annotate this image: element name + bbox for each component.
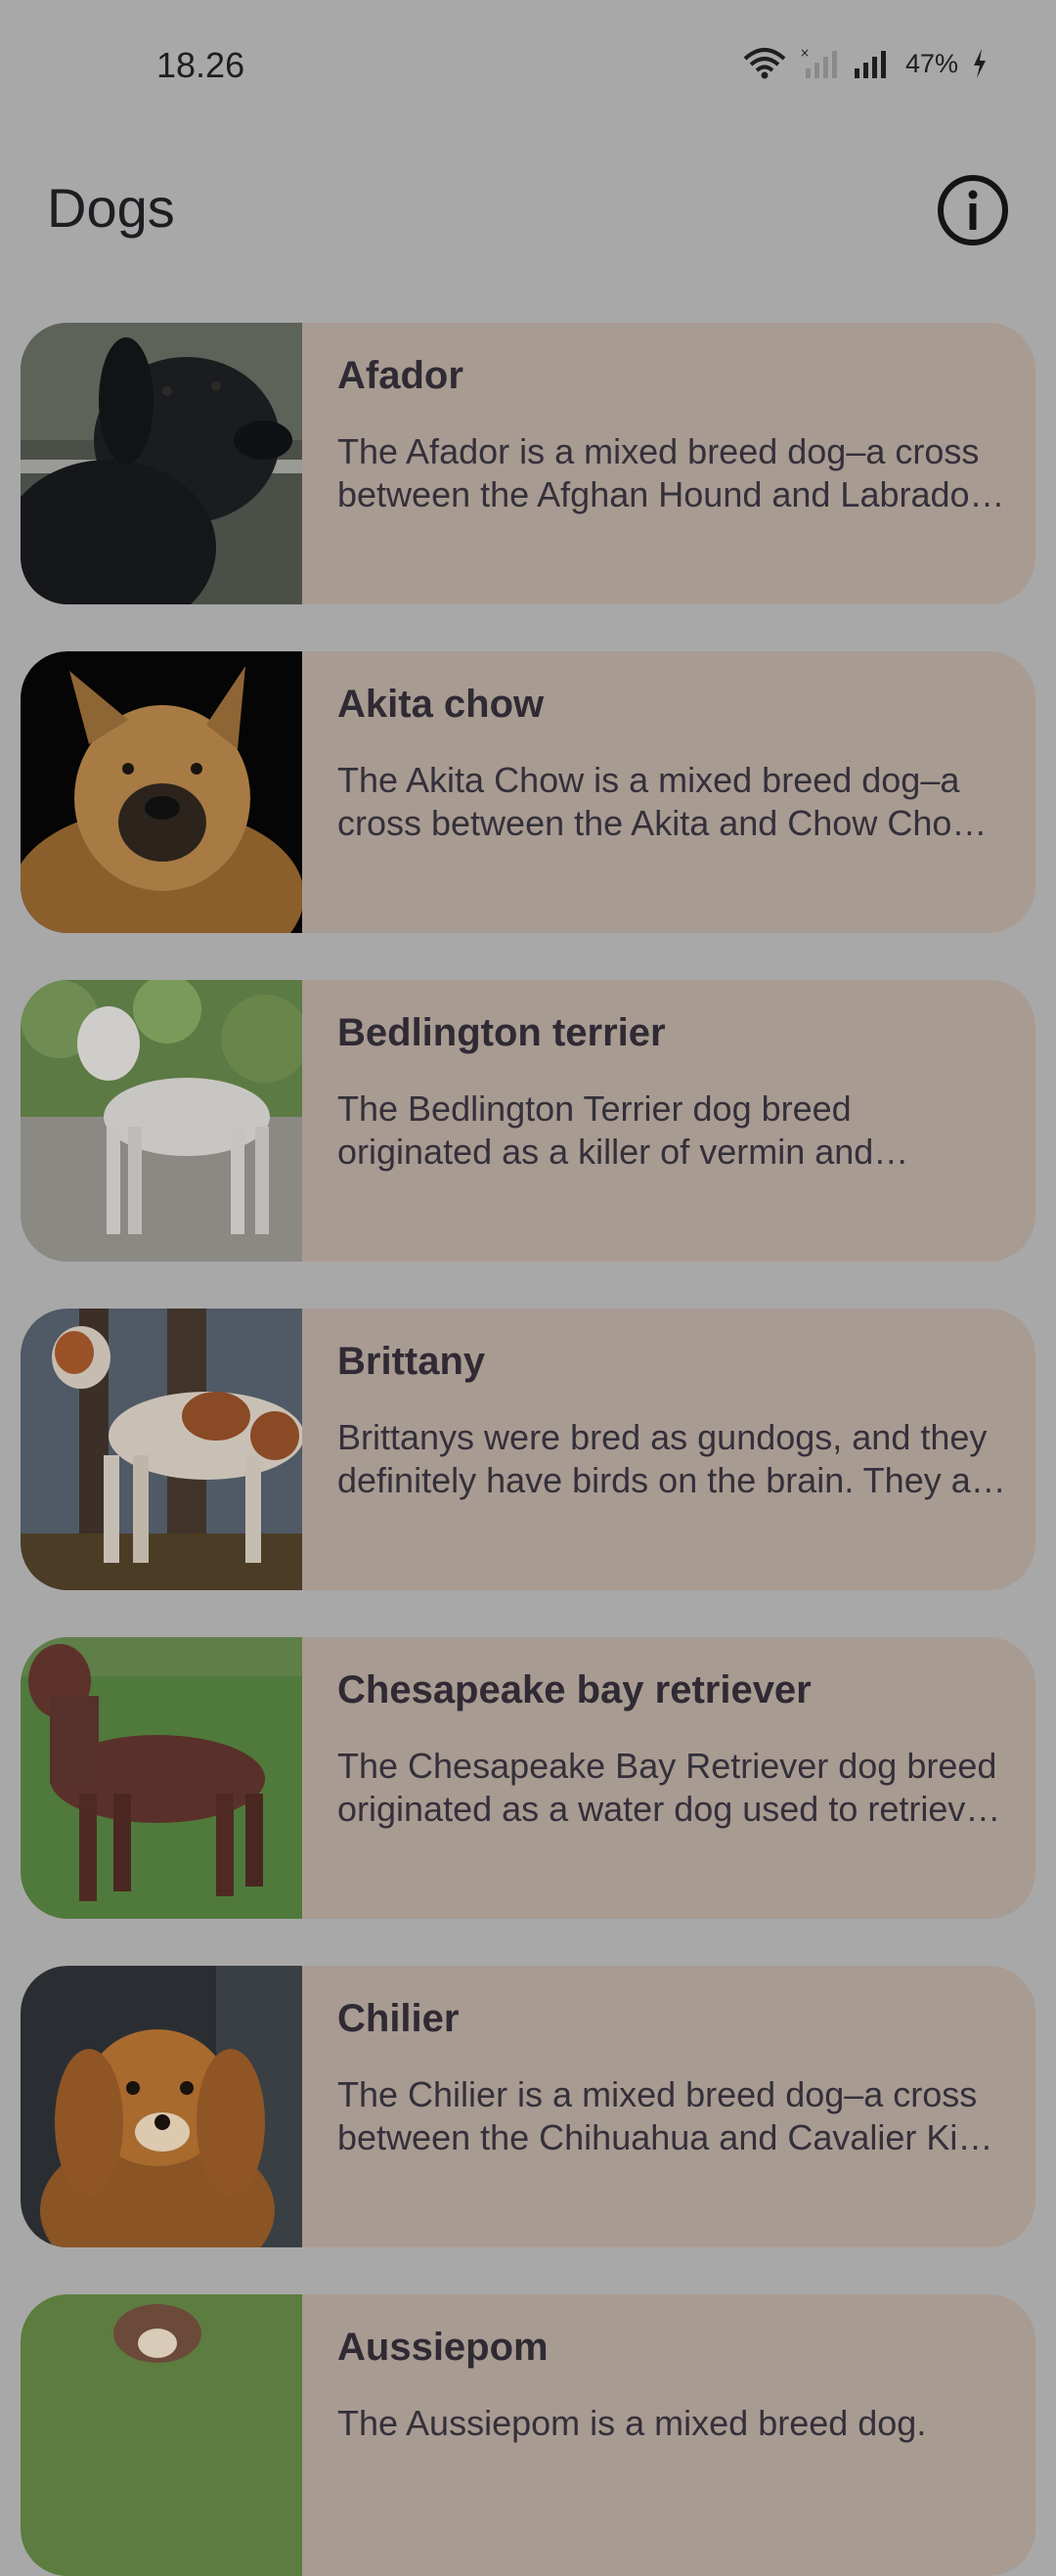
status-time: 18.26 — [156, 45, 245, 85]
dog-card[interactable]: Chesapeake bay retriever The Chesapeake … — [21, 1637, 1035, 1919]
dog-name: Bedlington terrier — [337, 1011, 666, 1054]
dog-description: The Chesapeake Bay Retriever dog breed o… — [337, 1746, 997, 1829]
dog-name: Afador — [337, 354, 463, 397]
bedlington-terrier-photo — [21, 980, 302, 1262]
aussiepom-photo — [21, 2294, 302, 2576]
brittany-photo — [21, 1309, 302, 1590]
svg-text:×: × — [800, 47, 810, 60]
dog-description: The Bedlington Terrier dog breed origina… — [337, 1088, 874, 1172]
dog-name: Chesapeake bay retriever — [337, 1668, 812, 1711]
info-button[interactable] — [929, 168, 1017, 256]
dog-description: The Akita Chow is a mixed breed dog–a cr… — [337, 760, 978, 843]
akita-chow-photo — [21, 651, 302, 933]
dog-card[interactable]: Akita chow The Akita Chow is a mixed bre… — [21, 651, 1035, 933]
no-signal-icon: × — [800, 47, 839, 80]
dog-name: Akita chow — [337, 683, 545, 726]
chesapeake-retriever-photo — [21, 1637, 302, 1919]
info-icon — [936, 173, 1010, 252]
page-title: Dogs — [47, 177, 175, 239]
dog-name: Aussiepom — [337, 2326, 549, 2369]
dog-card[interactable]: Brittany Brittanys were bred as gundogs,… — [21, 1309, 1035, 1590]
status-icons: × 47% — [743, 47, 988, 80]
chilier-photo — [21, 1966, 302, 2247]
dog-card[interactable]: Afador The Afador is a mixed breed dog–a… — [21, 323, 1035, 604]
dog-name: Chilier — [337, 1997, 460, 2040]
charging-icon — [972, 47, 988, 80]
battery-level: 47% — [904, 48, 958, 78]
dog-description: The Aussiepom is a mixed breed dog. — [337, 2403, 927, 2443]
dog-card[interactable]: Chilier The Chilier is a mixed breed dog… — [21, 1966, 1035, 2247]
status-bar: 18.26 × 47% — [0, 0, 1056, 137]
app-bar: Dogs — [0, 156, 1056, 264]
dog-description: The Afador is a mixed breed dog–a cross … — [337, 431, 982, 514]
dog-name: Brittany — [337, 1340, 486, 1383]
black-labrador-photo — [21, 323, 302, 604]
wifi-icon — [743, 47, 786, 80]
dog-card[interactable]: Bedlington terrier The Bedlington Terrie… — [21, 980, 1035, 1262]
signal-icon — [853, 47, 892, 80]
dog-description: Brittanys were bred as gundogs, and they… — [337, 1417, 1002, 1500]
dog-description: The Chilier is a mixed breed dog–a cross… — [337, 2074, 997, 2157]
dog-card[interactable]: Aussiepom The Aussiepom is a mixed breed… — [21, 2294, 1035, 2576]
